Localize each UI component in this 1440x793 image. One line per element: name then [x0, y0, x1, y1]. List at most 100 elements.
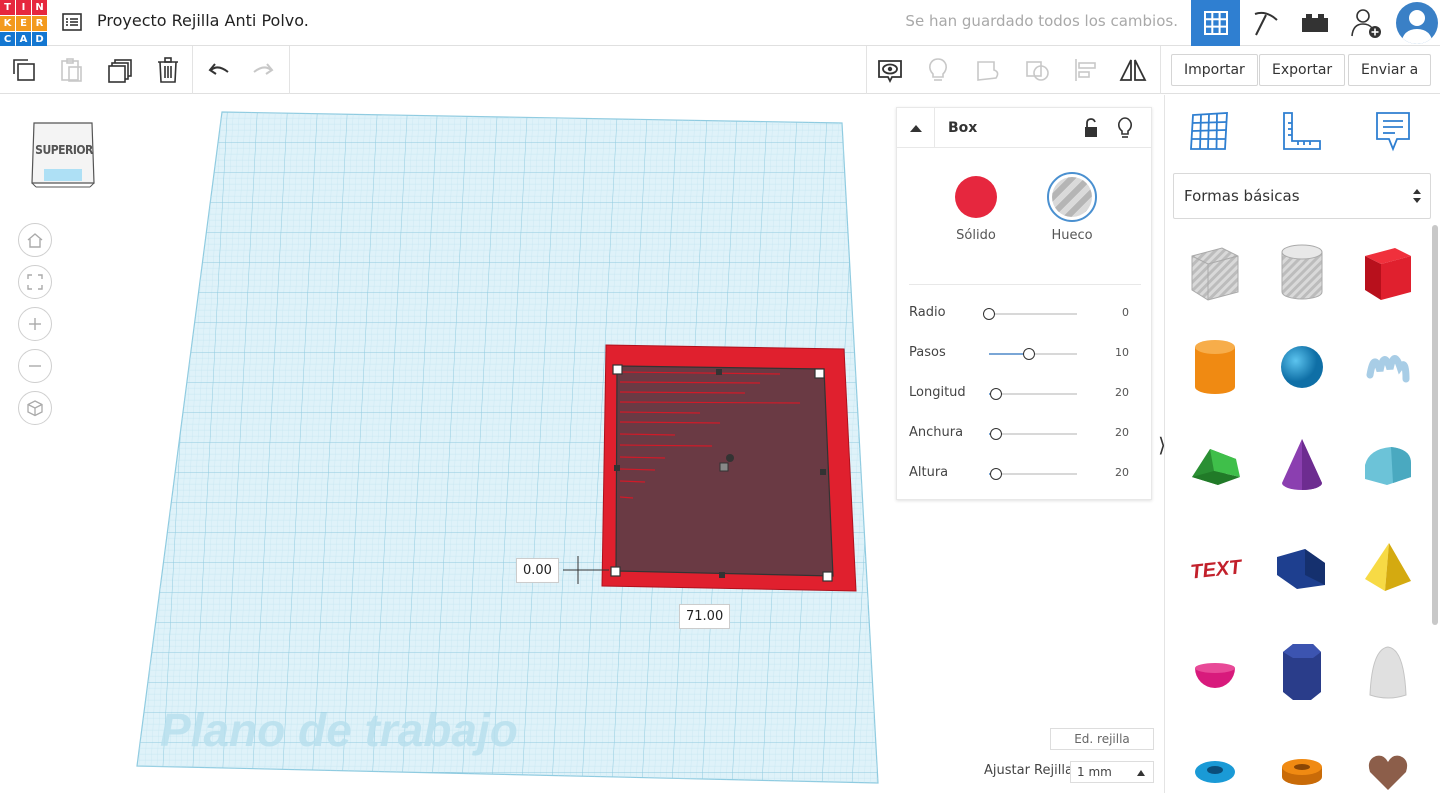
dimension-input-left[interactable]: 0.00: [516, 558, 559, 583]
shape-pyramid[interactable]: [1358, 535, 1418, 599]
snap-grid-select[interactable]: 1 mm: [1070, 761, 1154, 783]
selected-box-shape[interactable]: [601, 344, 857, 592]
edit-grid-button[interactable]: Ed. rejilla: [1050, 728, 1154, 750]
tinkercad-logo[interactable]: TIN KER CAD: [0, 0, 47, 47]
project-title[interactable]: Proyecto Rejilla Anti Polvo.: [97, 11, 309, 30]
send-to-button[interactable]: Enviar a: [1348, 54, 1432, 86]
shape-category-select[interactable]: Formas básicas: [1173, 173, 1431, 219]
minecraft-view-button[interactable]: [1241, 0, 1290, 46]
shape-text[interactable]: TEXT: [1185, 535, 1245, 599]
import-button[interactable]: Importar: [1171, 54, 1258, 86]
align-icon: [1075, 59, 1096, 81]
redo-button[interactable]: [248, 54, 280, 86]
notes-visibility-button[interactable]: [874, 54, 906, 86]
collapse-inspector-button[interactable]: [897, 108, 935, 148]
solid-color-swatch[interactable]: [955, 176, 997, 218]
notes-tool-button[interactable]: [1369, 107, 1417, 155]
shape-box[interactable]: [1358, 240, 1418, 304]
ruler-tool-button[interactable]: [1278, 107, 1326, 155]
param-slider[interactable]: [989, 348, 1077, 360]
fit-icon: [27, 274, 43, 290]
param-value[interactable]: 10: [1115, 346, 1129, 359]
zoom-out-button[interactable]: [18, 349, 52, 383]
pyramid-icon: [1365, 543, 1411, 591]
param-slider[interactable]: [983, 308, 1077, 320]
shape-torus[interactable]: [1185, 740, 1245, 793]
new-shape-button[interactable]: [8, 54, 40, 86]
bricks-view-button[interactable]: [1290, 0, 1339, 46]
round-roof-icon: [1365, 447, 1411, 485]
duplicate-icon: [108, 59, 132, 83]
param-slider-knob[interactable]: [990, 468, 1003, 480]
param-value[interactable]: 20: [1115, 426, 1129, 439]
param-value[interactable]: 20: [1115, 386, 1129, 399]
sphere-icon: [1281, 346, 1323, 388]
shape-round-roof[interactable]: [1358, 433, 1418, 497]
ungroup-button[interactable]: [1021, 54, 1053, 86]
param-value[interactable]: 0: [1122, 306, 1129, 319]
duplicate-button[interactable]: [104, 54, 136, 86]
shape-cylinder[interactable]: [1185, 335, 1245, 399]
param-label: Radio: [909, 305, 946, 320]
shape-scribble[interactable]: [1358, 335, 1418, 399]
lightbulb-icon[interactable]: [1116, 116, 1134, 144]
caret-up-icon: [1137, 770, 1145, 776]
note-icon: [1376, 112, 1410, 152]
lock-icon[interactable]: [1083, 117, 1099, 143]
undo-icon: [208, 63, 229, 75]
hole-option[interactable]: Hueco: [1024, 172, 1120, 243]
home-view-button[interactable]: [18, 223, 52, 257]
shape-cone[interactable]: [1272, 433, 1332, 497]
shape-tube[interactable]: [1272, 740, 1332, 793]
param-slider[interactable]: [989, 428, 1077, 440]
paste-button[interactable]: [55, 54, 87, 86]
fit-view-button[interactable]: [18, 265, 52, 299]
param-slider-knob[interactable]: [990, 388, 1003, 400]
shape-half-sphere[interactable]: [1185, 640, 1245, 704]
param-slider[interactable]: [989, 388, 1077, 400]
shape-wedge[interactable]: [1272, 535, 1332, 599]
3d-design-view-button[interactable]: [1191, 0, 1240, 46]
shape-paraboloid[interactable]: [1358, 640, 1418, 704]
zoom-in-button[interactable]: [18, 307, 52, 341]
user-avatar[interactable]: [1396, 2, 1438, 44]
align-button[interactable]: [1070, 54, 1102, 86]
list-menu-icon[interactable]: [60, 10, 84, 34]
shape-sphere[interactable]: [1272, 335, 1332, 399]
light-bulb-button[interactable]: [922, 54, 954, 86]
dimension-input-bottom[interactable]: 71.00: [679, 604, 731, 629]
param-row-anchura: Anchura 20: [909, 425, 1141, 445]
view-cube[interactable]: SUPERIOR: [30, 121, 96, 189]
param-slider-knob[interactable]: [983, 308, 995, 320]
param-slider-knob[interactable]: [1022, 348, 1035, 360]
shapes-scrollbar[interactable]: [1432, 225, 1438, 625]
hole-swatch[interactable]: [1047, 172, 1097, 222]
param-slider[interactable]: [989, 468, 1077, 480]
group-button[interactable]: [972, 54, 1004, 86]
param-label: Pasos: [909, 345, 946, 360]
undo-button[interactable]: [202, 54, 234, 86]
delete-button[interactable]: [152, 54, 184, 86]
shape-polygon[interactable]: [1272, 640, 1332, 704]
inspector-divider: [909, 284, 1141, 285]
shape-heart[interactable]: [1358, 740, 1418, 793]
logo-letter: N: [32, 0, 47, 15]
logo-letter: R: [32, 16, 47, 31]
snap-grid-value: 1 mm: [1077, 765, 1112, 779]
shape-name[interactable]: Box: [948, 120, 977, 136]
param-slider-knob[interactable]: [990, 428, 1003, 440]
export-button[interactable]: Exportar: [1259, 54, 1346, 86]
logo-letter: A: [16, 32, 31, 47]
shape-roof[interactable]: [1185, 433, 1245, 497]
workplane-watermark: Plano de trabajo: [160, 704, 518, 756]
brick-icon: [1301, 14, 1328, 32]
perspective-button[interactable]: [18, 391, 52, 425]
shape-box-hole[interactable]: [1185, 240, 1245, 304]
workplane-tool-button[interactable]: [1185, 107, 1233, 155]
shape-cylinder-hole[interactable]: [1272, 240, 1332, 304]
mirror-button[interactable]: [1117, 54, 1149, 86]
solid-option[interactable]: Sólido: [928, 176, 1024, 243]
lightbulb-icon: [929, 58, 947, 81]
param-value[interactable]: 20: [1115, 466, 1129, 479]
invite-user-button[interactable]: [1341, 0, 1390, 46]
